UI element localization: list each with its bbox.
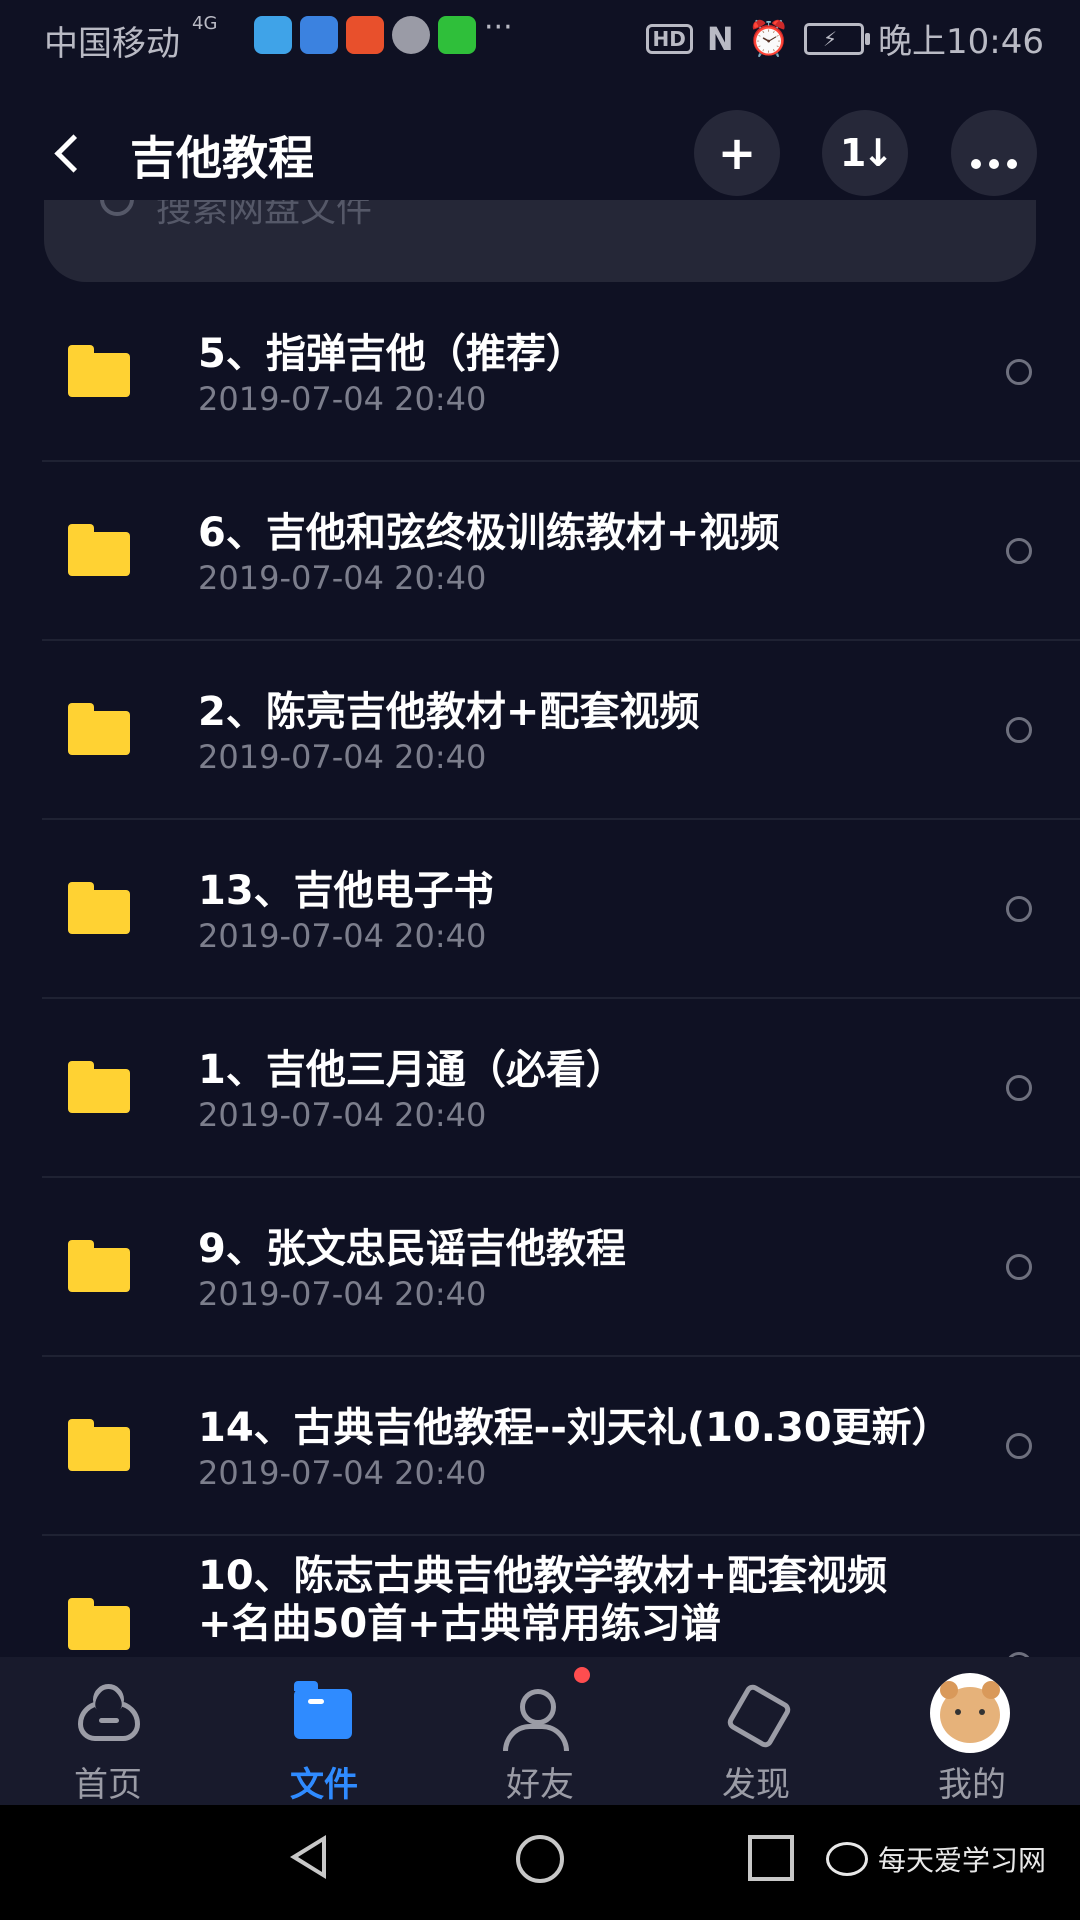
- file-name: 1、吉他三月通（必看）: [198, 1047, 626, 1093]
- list-item[interactable]: 5、指弹吉他（推荐） 2019-07-04 20:40: [0, 283, 1080, 462]
- cloud-icon: [78, 1701, 140, 1741]
- wechat-icon: [825, 1842, 868, 1876]
- list-item[interactable]: 10、陈志古典吉他教学教材+配套视频+名曲50首+古典常用练习谱: [0, 1536, 1080, 1657]
- file-name: 14、古典吉他教程--刘天礼(10.30更新）: [198, 1405, 952, 1451]
- search-bar[interactable]: 搜索网盘文件: [44, 200, 1036, 282]
- file-date: 2019-07-04 20:40: [198, 738, 487, 776]
- more-icon: [967, 126, 1021, 180]
- tab-label: 文件: [290, 1765, 358, 1805]
- file-date: 2019-07-04 20:40: [198, 1454, 487, 1492]
- notification-icons: [254, 16, 476, 54]
- list-item[interactable]: 1、吉他三月通（必看） 2019-07-04 20:40: [0, 999, 1080, 1178]
- select-checkbox[interactable]: [1006, 1254, 1032, 1280]
- folder-icon: [68, 703, 130, 755]
- select-checkbox[interactable]: [1006, 717, 1032, 743]
- watermark-text: 每天爱学习网: [877, 1844, 1046, 1877]
- select-checkbox[interactable]: [1006, 1433, 1032, 1459]
- tab-files[interactable]: 文件: [216, 1657, 432, 1805]
- folder-icon: [294, 1681, 352, 1739]
- list-item[interactable]: 9、张文忠民谣吉他教程 2019-07-04 20:40: [0, 1178, 1080, 1357]
- file-date: 2019-07-04 20:40: [198, 559, 487, 597]
- folder-icon: [68, 882, 130, 934]
- nfc-icon: N: [706, 19, 734, 58]
- folder-icon: [68, 345, 130, 397]
- file-name: 5、指弹吉他（推荐）: [198, 331, 586, 377]
- tab-discover[interactable]: 发现: [648, 1657, 864, 1805]
- list-item[interactable]: 2、陈亮吉他教材+配套视频 2019-07-04 20:40: [0, 641, 1080, 820]
- file-name: 13、吉他电子书: [198, 868, 494, 914]
- file-date: 2019-07-04 20:40: [198, 1275, 487, 1313]
- status-bar: 中国移动 4G ··· HD N ⏰ ⚡ 晚上10:46: [0, 0, 1080, 76]
- file-date: 2019-07-04 20:40: [198, 1096, 487, 1134]
- folder-icon: [68, 1240, 130, 1292]
- page-title: 吉他教程: [130, 131, 314, 185]
- app-notification-icon: [300, 16, 338, 54]
- notification-badge: [574, 1667, 590, 1683]
- list-item[interactable]: 14、古典吉他教程--刘天礼(10.30更新） 2019-07-04 20:40: [0, 1357, 1080, 1536]
- search-icon: [100, 200, 134, 216]
- friends-icon: [503, 1689, 569, 1751]
- plus-icon: +: [717, 126, 757, 180]
- file-name: 6、吉他和弦终极训练教材+视频: [198, 510, 780, 556]
- carrier-label: 中国移动: [44, 24, 180, 64]
- clock: 晚上10:46: [878, 22, 1044, 62]
- system-recents-button[interactable]: [748, 1835, 794, 1881]
- more-button[interactable]: [951, 110, 1037, 196]
- system-home-button[interactable]: [516, 1835, 564, 1883]
- message-notification-icon: [392, 16, 430, 54]
- select-checkbox[interactable]: [1006, 359, 1032, 385]
- app-notification-icon: [346, 16, 384, 54]
- avatar: [930, 1673, 1010, 1753]
- folder-icon: [68, 1061, 130, 1113]
- sort-icon: 1↓: [839, 131, 894, 175]
- network-label: 4G: [192, 13, 218, 34]
- file-date: 2019-07-04 20:40: [198, 917, 487, 955]
- list-item[interactable]: 13、吉他电子书 2019-07-04 20:40: [0, 820, 1080, 999]
- file-list[interactable]: 5、指弹吉他（推荐） 2019-07-04 20:40 6、吉他和弦终极训练教材…: [0, 283, 1080, 1657]
- search-placeholder: 搜索网盘文件: [156, 200, 373, 230]
- folder-icon: [68, 1598, 130, 1650]
- file-date: 2019-07-04 20:40: [198, 380, 487, 418]
- tab-label: 好友: [506, 1765, 574, 1805]
- watermark: 每天爱学习网: [825, 1839, 1046, 1879]
- system-nav-bar: 每天爱学习网: [0, 1805, 1080, 1920]
- system-back-button[interactable]: [290, 1835, 326, 1879]
- tab-label: 首页: [74, 1765, 142, 1805]
- select-checkbox[interactable]: [1006, 538, 1032, 564]
- tab-friends[interactable]: 好友: [432, 1657, 648, 1805]
- tab-label: 我的: [938, 1765, 1006, 1805]
- tab-label: 发现: [722, 1765, 790, 1805]
- file-name: 9、张文忠民谣吉他教程: [198, 1226, 626, 1272]
- app-notification-icon: [254, 16, 292, 54]
- select-checkbox[interactable]: [1006, 896, 1032, 922]
- file-name: 10、陈志古典吉他教学教材+配套视频+名曲50首+古典常用练习谱: [198, 1553, 888, 1647]
- add-button[interactable]: +: [694, 110, 780, 196]
- back-button[interactable]: [46, 126, 86, 180]
- list-item[interactable]: 6、吉他和弦终极训练教材+视频 2019-07-04 20:40: [0, 462, 1080, 641]
- discover-icon: [724, 1681, 794, 1751]
- header: 吉他教程 + 1↓: [0, 96, 1080, 210]
- tab-me[interactable]: 我的: [864, 1657, 1080, 1805]
- hd-icon: HD: [645, 23, 693, 54]
- bottom-tab-bar: 首页 文件 好友 发现 我的: [0, 1657, 1080, 1805]
- more-notifications-icon: ···: [484, 10, 513, 45]
- folder-icon: [68, 1419, 130, 1471]
- file-name: 2、陈亮吉他教材+配套视频: [198, 689, 700, 735]
- tab-home[interactable]: 首页: [0, 1657, 216, 1805]
- sort-button[interactable]: 1↓: [822, 110, 908, 196]
- select-checkbox[interactable]: [1006, 1075, 1032, 1101]
- battery-icon: ⚡: [804, 22, 871, 55]
- folder-icon: [68, 524, 130, 576]
- alarm-icon: ⏰: [747, 18, 791, 59]
- iqiyi-notification-icon: [438, 16, 476, 54]
